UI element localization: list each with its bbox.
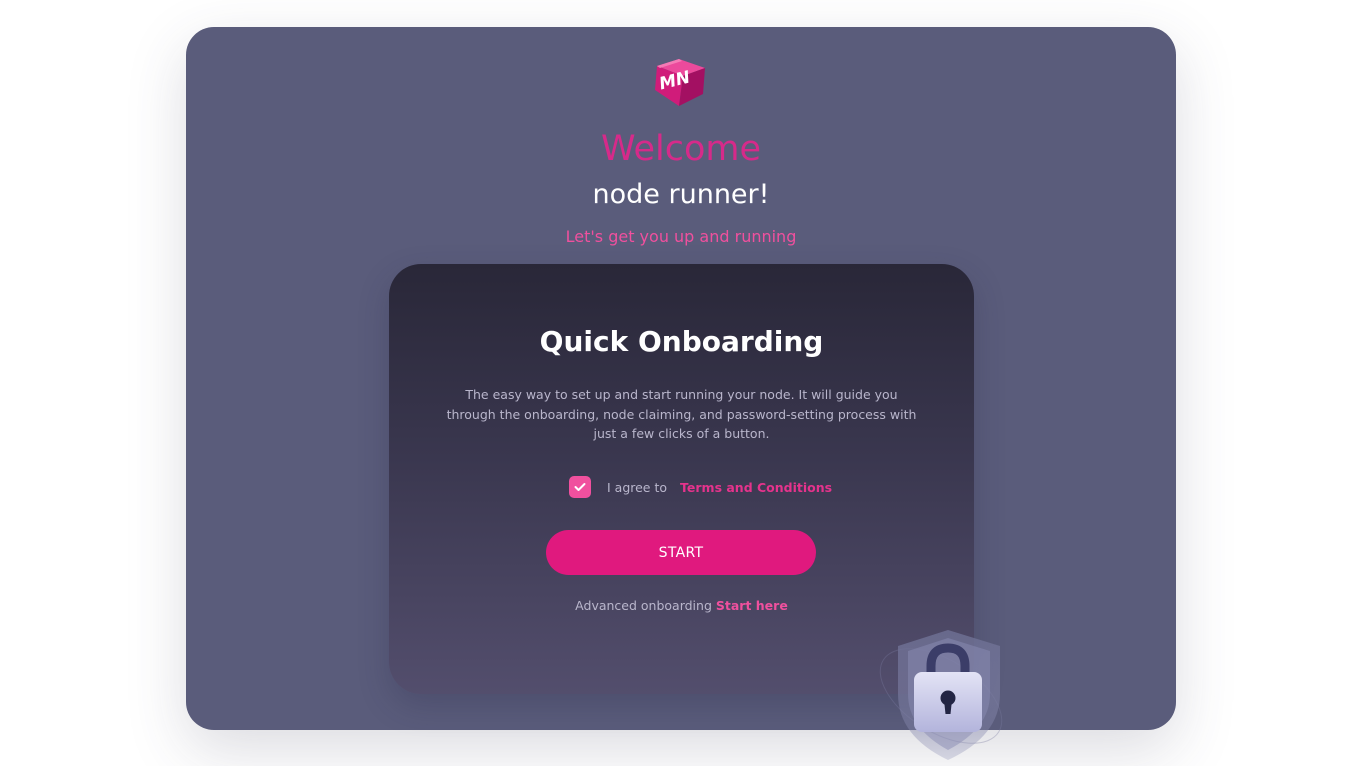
- start-button[interactable]: START: [546, 530, 816, 575]
- shield-lock-icon: [879, 630, 1003, 760]
- onboarding-page: MN Welcome node runner! Let's get you up…: [0, 0, 1362, 766]
- terms-checkbox[interactable]: [569, 476, 591, 498]
- terms-link[interactable]: Terms and Conditions: [680, 480, 832, 495]
- card-description: The easy way to set up and start running…: [446, 387, 917, 441]
- agree-label: I agree to: [607, 479, 668, 495]
- card-title: Quick Onboarding: [539, 325, 824, 358]
- advanced-label: Advanced onboarding: [575, 598, 712, 613]
- advanced-start-link[interactable]: Start here: [716, 598, 788, 613]
- welcome-heading: Welcome: [600, 129, 762, 169]
- mn-cube-logo-icon: MN: [655, 59, 705, 106]
- advanced-onboarding-row: Advanced onboarding Start here: [389, 598, 974, 613]
- tagline-text: Let's get you up and running: [565, 227, 797, 246]
- terms-agree-row: I agree to Terms and Conditions: [569, 476, 832, 498]
- subtitle-heading: node runner!: [592, 179, 770, 210]
- check-icon: [574, 483, 586, 491]
